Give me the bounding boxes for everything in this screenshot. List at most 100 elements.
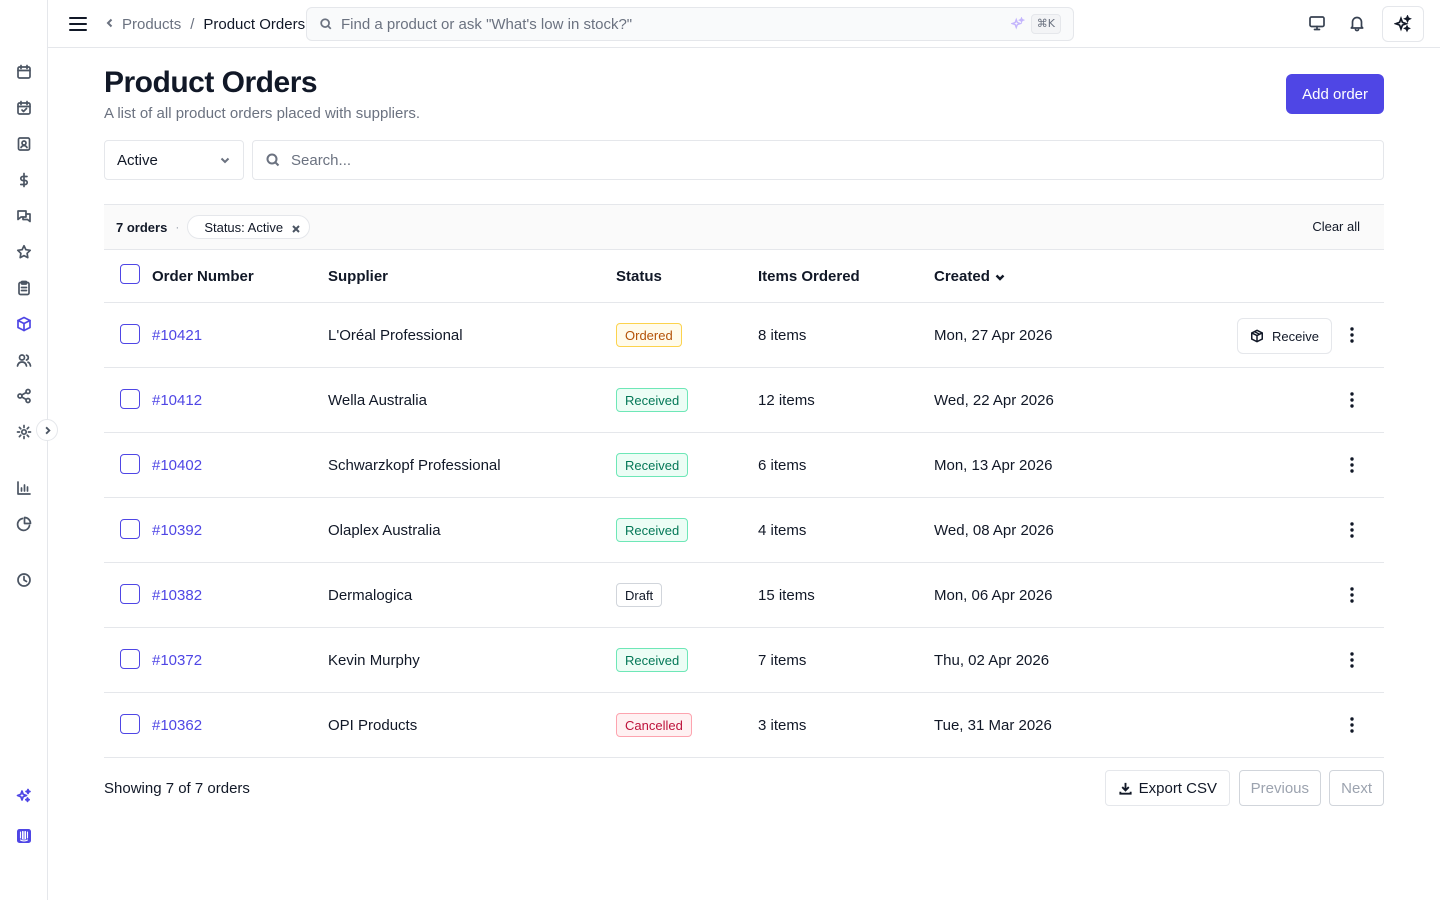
intercom-icon[interactable]	[14, 826, 34, 846]
filter-chip-label: Status: Active	[204, 219, 284, 235]
page-subtitle: A list of all product orders placed with…	[104, 105, 420, 122]
items-ordered-cell: 12 items	[758, 391, 815, 409]
sparkle-icon	[1394, 15, 1412, 33]
global-search-input[interactable]	[341, 15, 981, 33]
sparkle-icon	[1010, 16, 1026, 31]
more-options-icon[interactable]	[1342, 325, 1362, 345]
created-cell: Mon, 27 Apr 2026	[934, 326, 1053, 344]
table-footer: Showing 7 of 7 orders Export CSV Previou…	[104, 770, 1384, 806]
dollar-icon[interactable]	[14, 170, 34, 190]
row-checkbox[interactable]	[120, 649, 140, 669]
more-options-icon[interactable]	[1342, 650, 1362, 670]
order-number-link[interactable]: #10421	[152, 327, 202, 344]
row-checkbox[interactable]	[120, 714, 140, 734]
supplier-cell: OPI Products	[328, 716, 418, 734]
select-all-checkbox[interactable]	[120, 264, 140, 284]
active-filters-bar: 7 orders · Status: Active Clear all	[104, 204, 1384, 250]
box-icon[interactable]	[14, 314, 34, 334]
column-header-status: Status	[616, 267, 662, 285]
previous-page-button[interactable]: Previous	[1238, 770, 1321, 806]
users-icon[interactable]	[14, 350, 34, 370]
bar-chart-icon[interactable]	[14, 478, 34, 498]
order-number-link[interactable]: #10412	[152, 392, 202, 409]
close-icon[interactable]	[291, 222, 301, 233]
add-order-button[interactable]: Add order	[1286, 74, 1384, 114]
contact-icon[interactable]	[14, 134, 34, 154]
sort-chevron-down-icon	[994, 270, 1006, 282]
supplier-cell: Dermalogica	[328, 586, 413, 604]
row-checkbox[interactable]	[120, 584, 140, 604]
export-csv-label: Export CSV	[1138, 779, 1217, 797]
table-row[interactable]: #10372 Kevin Murphy Received 7 items Thu, 02…	[104, 628, 1384, 693]
row-checkbox[interactable]	[120, 389, 140, 409]
order-number-cell: #10372	[152, 628, 202, 692]
created-cell: Tue, 31 Mar 2026	[934, 716, 1052, 734]
clipboard-icon[interactable]	[14, 278, 34, 298]
table-row[interactable]: #10421 L'Oréal Professional Ordered 8 items…	[104, 303, 1384, 368]
order-number-link[interactable]: #10402	[152, 457, 202, 474]
clear-all-button[interactable]: Clear all	[1312, 219, 1360, 234]
menu-icon[interactable]	[68, 14, 88, 34]
status-cell: Received	[616, 628, 689, 692]
more-options-icon[interactable]	[1342, 455, 1362, 475]
gear-icon[interactable]	[14, 422, 34, 442]
status-badge: Draft	[616, 583, 663, 607]
table-row[interactable]: #10412 Wella Australia Received 12 items Wed…	[104, 368, 1384, 433]
order-number-link[interactable]: #10382	[152, 587, 202, 604]
more-options-icon[interactable]	[1342, 585, 1362, 605]
order-number-cell: #10421	[152, 303, 202, 367]
calendar-check-icon[interactable]	[14, 98, 34, 118]
column-header-created-label: Created	[934, 267, 990, 285]
supplier-cell: L'Oréal Professional	[328, 326, 463, 344]
sparkle-icon[interactable]	[14, 786, 34, 806]
search-icon	[319, 17, 333, 31]
bell-icon[interactable]	[1348, 14, 1368, 34]
table-row[interactable]: #10382 Dermalogica Draft 15 items Mon, 06 Ap…	[104, 563, 1384, 628]
pie-chart-icon[interactable]	[14, 514, 34, 534]
ai-assistant-button[interactable]	[1382, 6, 1424, 42]
column-header-created[interactable]: Created	[934, 250, 1006, 302]
monitor-icon[interactable]	[1308, 14, 1328, 34]
table-row[interactable]: #10362 OPI Products Cancelled 3 items Tue, 3…	[104, 693, 1384, 758]
order-search-input[interactable]	[291, 151, 1291, 169]
row-checkbox[interactable]	[120, 519, 140, 539]
status-badge: Received	[616, 518, 689, 542]
order-number-cell: #10392	[152, 498, 202, 562]
more-options-icon[interactable]	[1342, 520, 1362, 540]
search-icon	[265, 152, 281, 168]
receive-button[interactable]: Receive	[1237, 318, 1332, 354]
separator-dot: ·	[175, 220, 180, 234]
sidebar-expand-button[interactable]	[36, 419, 58, 441]
more-options-icon[interactable]	[1342, 390, 1362, 410]
created-cell: Wed, 08 Apr 2026	[934, 521, 1054, 539]
global-search[interactable]: ⌘K	[306, 7, 1074, 41]
status-cell: Received	[616, 368, 689, 432]
status-badge: Received	[616, 648, 689, 672]
order-search[interactable]	[252, 140, 1384, 180]
export-csv-button[interactable]: Export CSV	[1104, 770, 1230, 806]
breadcrumb-parent-link[interactable]: Products	[104, 15, 181, 33]
more-options-icon[interactable]	[1342, 715, 1362, 735]
order-number-link[interactable]: #10362	[152, 717, 202, 734]
filter-chip-status: Status: Active	[187, 215, 311, 239]
box-icon	[1251, 329, 1264, 343]
share-icon[interactable]	[14, 386, 34, 406]
created-cell: Wed, 22 Apr 2026	[934, 391, 1054, 409]
row-checkbox[interactable]	[120, 454, 140, 474]
next-page-button[interactable]: Next	[1329, 770, 1384, 806]
order-number-link[interactable]: #10372	[152, 652, 202, 669]
items-ordered-cell: 6 items	[758, 456, 807, 474]
receive-label: Receive	[1272, 328, 1319, 344]
clock-icon[interactable]	[14, 570, 34, 590]
messages-icon[interactable]	[14, 206, 34, 226]
calendar-icon[interactable]	[14, 62, 34, 82]
download-icon	[1119, 782, 1132, 795]
status-badge: Received	[616, 388, 689, 412]
star-icon[interactable]	[14, 242, 34, 262]
status-filter-select[interactable]: Active	[104, 140, 244, 180]
order-number-link[interactable]: #10392	[152, 522, 202, 539]
table-row[interactable]: #10402 Schwarzkopf Professional Received 6 …	[104, 433, 1384, 498]
table-row[interactable]: #10392 Olaplex Australia Received 4 items We…	[104, 498, 1384, 563]
status-badge: Cancelled	[616, 713, 692, 737]
row-checkbox[interactable]	[120, 324, 140, 344]
